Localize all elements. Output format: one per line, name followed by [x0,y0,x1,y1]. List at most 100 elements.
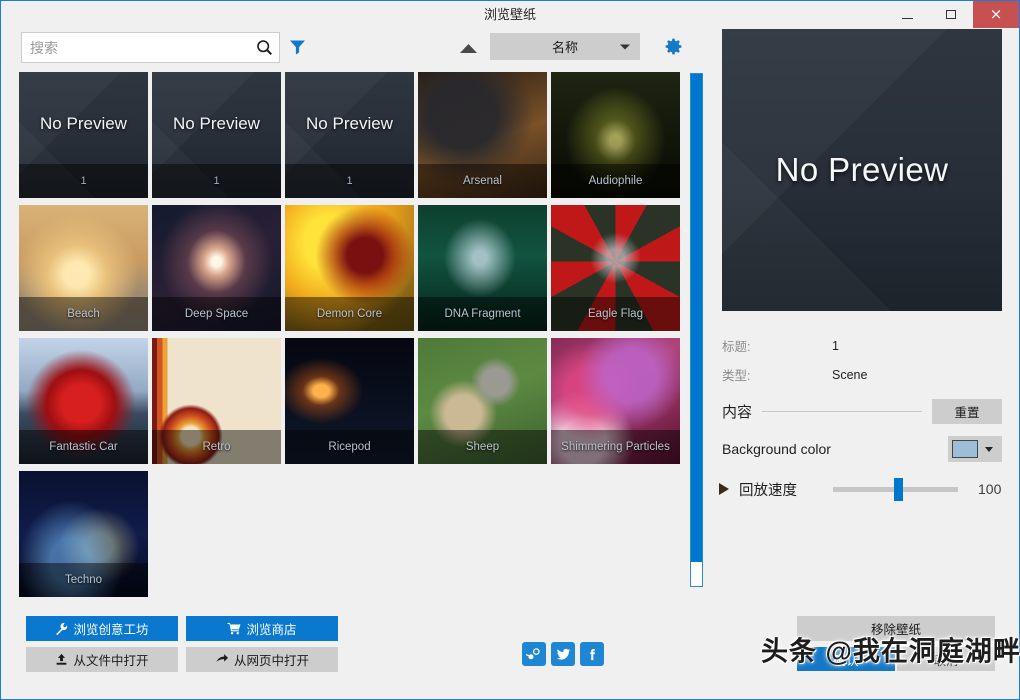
background-color-row: Background color [722,435,1002,463]
playback-speed-row: 回放速度 100 [719,475,1004,503]
wallpaper-tile[interactable]: DNA Fragment [418,205,547,331]
wallpaper-tile[interactable]: Deep Space [152,205,281,331]
action-button-2[interactable]: 从文件中打开 [26,647,178,672]
sort-select-value: 名称 [552,37,578,56]
wallpaper-tile[interactable]: Beach [19,205,148,331]
wallpaper-caption: Shimmering Particles [551,430,680,464]
steam-icon[interactable] [522,642,546,666]
chevron-down-icon [620,44,630,49]
wallpaper-grid[interactable]: No Preview1No Preview1No Preview1Arsenal… [19,72,684,582]
action-button-1[interactable]: 浏览商店 [186,616,338,641]
minimize-icon [902,18,913,19]
gear-icon[interactable] [663,36,684,62]
preview-pane: No Preview [722,29,1002,311]
no-preview-text: No Preview [152,114,281,134]
content-section-header: 内容 重置 [722,397,1002,425]
playback-speed-value: 100 [978,481,1001,497]
wallpaper-tile[interactable]: Shimmering Particles [551,338,680,464]
upload-icon [55,653,68,666]
action-button-label: 从网页中打开 [234,650,309,669]
confirm-cancel-row: 确认 取消 [797,647,995,671]
wallpaper-tile[interactable]: Sheep [418,338,547,464]
property-type-key: 类型: [722,365,832,384]
wallpaper-caption: Demon Core [285,297,414,331]
confirm-button[interactable]: 确认 [797,647,895,671]
app-window: ✔Steam 不可用。 从缓存中载入 0 个壁纸。 浏览壁纸 × 名称 [0,0,1020,700]
wallpaper-tile[interactable]: Arsenal [418,72,547,198]
facebook-icon[interactable] [580,642,604,666]
action-button-0[interactable]: 浏览创意工坊 [26,616,178,641]
wallpaper-caption: Deep Space [152,297,281,331]
cancel-button[interactable]: 取消 [897,647,995,671]
minimize-button[interactable] [885,1,929,28]
reset-button[interactable]: 重置 [932,399,1002,424]
wallpaper-tile[interactable]: No Preview 1 [285,72,414,198]
no-preview-text: No Preview [285,114,414,134]
bottom-left-buttons: 浏览创意工坊 浏览商店从文件中打开 从网页中打开 [26,616,346,678]
search-input[interactable] [22,33,249,62]
cart-icon [227,622,241,635]
remove-wallpaper-button[interactable]: 移除壁纸 [797,616,995,641]
wallpaper-caption: Fantastic Car [19,430,148,464]
wallpaper-tile[interactable]: Audiophile [551,72,680,198]
wallpaper-caption: Arsenal [418,164,547,198]
wallpaper-tile[interactable]: Eagle Flag [551,205,680,331]
close-button[interactable]: × [973,1,1019,28]
action-button-label: 浏览创意工坊 [73,619,148,638]
vertical-scrollbar[interactable] [690,73,703,587]
close-icon: × [990,7,1003,22]
background-color-picker[interactable] [948,436,1002,462]
wallpaper-caption: 1 [152,164,281,198]
wallpaper-tile[interactable]: Demon Core [285,205,414,331]
filter-icon[interactable] [289,39,306,60]
sort-select[interactable]: 名称 [490,33,640,60]
playback-speed-slider[interactable] [833,487,958,492]
wallpaper-tile[interactable]: Ricepod [285,338,414,464]
sort-ascending-icon[interactable] [459,41,478,59]
wallpaper-caption: Audiophile [551,164,680,198]
search-box[interactable] [21,32,280,63]
property-title-row: 标题: 1 [722,331,1002,360]
wallpaper-caption: Beach [19,297,148,331]
wallpaper-caption: Retro [152,430,281,464]
page-title: 浏览壁纸 [1,1,1019,28]
wallpaper-tile[interactable]: No Preview1 [19,72,148,198]
wallpaper-caption: DNA Fragment [418,297,547,331]
maximize-button[interactable] [929,1,973,28]
background-color-label: Background color [722,441,831,457]
slider-knob[interactable] [894,478,903,501]
wrench-icon [55,622,68,635]
search-icon[interactable] [249,39,279,56]
chevron-down-icon[interactable] [985,447,993,452]
maximize-icon [946,10,956,19]
twitter-icon[interactable] [551,642,575,666]
button-row: 浏览创意工坊 浏览商店 [26,616,346,641]
arrow-right-icon [215,653,229,666]
properties-list: 标题: 1 类型: Scene [722,331,1002,389]
wallpaper-caption: 1 [285,164,414,198]
action-button-label: 从文件中打开 [73,650,148,669]
wallpaper-tile[interactable]: No Preview 1 [152,72,281,198]
scrollbar-thumb[interactable] [691,562,702,586]
property-type-value: Scene [832,368,867,382]
window-controls: × [885,1,1019,28]
color-swatch[interactable] [952,440,978,458]
wallpaper-tile[interactable]: Techno [19,471,148,597]
action-button-label: 浏览商店 [246,619,296,638]
playback-speed-label: 回放速度 [739,479,797,500]
action-button-3[interactable]: 从网页中打开 [186,647,338,672]
button-row: 从文件中打开 从网页中打开 [26,647,346,672]
wallpaper-caption: 1 [19,164,148,198]
wallpaper-caption: Techno [19,563,148,597]
bottom-right-buttons: 移除壁纸 确认 取消 [797,616,995,671]
preview-text: No Preview [722,151,1002,189]
property-title-value: 1 [832,339,839,353]
wallpaper-caption: Ricepod [285,430,414,464]
wallpaper-caption: Sheep [418,430,547,464]
section-divider [762,411,922,412]
wallpaper-tile[interactable]: Retro [152,338,281,464]
title-bar: 浏览壁纸 × [1,1,1019,28]
wallpaper-tile[interactable]: Fantastic Car [19,338,148,464]
property-title-key: 标题: [722,336,832,355]
triangle-right-icon[interactable] [719,483,729,495]
